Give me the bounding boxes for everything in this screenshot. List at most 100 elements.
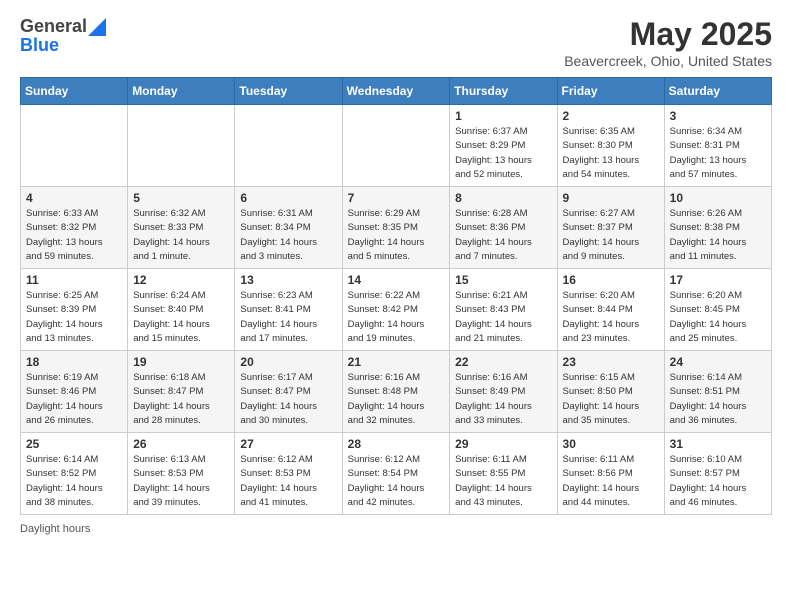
calendar-day-header: Monday (128, 78, 235, 105)
calendar-cell: 14 Sunrise: 6:22 AM Sunset: 8:42 PM Dayli… (342, 269, 450, 351)
day-number: 14 (348, 273, 445, 287)
day-info: Sunrise: 6:35 AM Sunset: 8:30 PM Dayligh… (563, 125, 659, 182)
calendar-cell: 22Sunrise: 6:16 AM Sunset: 8:49 PM Dayli… (450, 351, 557, 433)
calendar-day-header: Friday (557, 78, 664, 105)
calendar-cell: 28 Sunrise: 6:12 AM Sunset: 8:54 PM Dayli… (342, 433, 450, 515)
day-number: 8 (455, 191, 551, 205)
day-info: Sunrise: 6:13 AM Sunset: 8:53 PM Dayligh… (133, 453, 229, 510)
day-info: Sunrise: 6:16 AM Sunset: 8:49 PM Dayligh… (455, 371, 551, 428)
day-number: 20 (240, 355, 336, 369)
calendar-cell: 26Sunrise: 6:13 AM Sunset: 8:53 PM Dayli… (128, 433, 235, 515)
calendar-week-row: 25Sunrise: 6:14 AM Sunset: 8:52 PM Dayli… (21, 433, 772, 515)
day-info: Sunrise: 6:23 AM Sunset: 8:41 PM Dayligh… (240, 289, 336, 346)
calendar-cell: 4 Sunrise: 6:33 AM Sunset: 8:32 PM Daylig… (21, 187, 128, 269)
calendar-cell: 12Sunrise: 6:24 AM Sunset: 8:40 PM Dayli… (128, 269, 235, 351)
day-info: Sunrise: 6:31 AM Sunset: 8:34 PM Dayligh… (240, 207, 336, 264)
day-info: Sunrise: 6:11 AM Sunset: 8:56 PM Dayligh… (563, 453, 659, 510)
day-info: Sunrise: 6:12 AM Sunset: 8:53 PM Dayligh… (240, 453, 336, 510)
day-info: Sunrise: 6:34 AM Sunset: 8:31 PM Dayligh… (670, 125, 766, 182)
day-info: Sunrise: 6:28 AM Sunset: 8:36 PM Dayligh… (455, 207, 551, 264)
calendar-cell: 3 Sunrise: 6:34 AM Sunset: 8:31 PM Daylig… (664, 105, 771, 187)
calendar-week-row: 18 Sunrise: 6:19 AM Sunset: 8:46 PM Dayli… (21, 351, 772, 433)
calendar-cell (21, 105, 128, 187)
calendar-week-row: 4 Sunrise: 6:33 AM Sunset: 8:32 PM Daylig… (21, 187, 772, 269)
day-info: Sunrise: 6:27 AM Sunset: 8:37 PM Dayligh… (563, 207, 659, 264)
day-number: 1 (455, 109, 551, 123)
calendar-cell: 18 Sunrise: 6:19 AM Sunset: 8:46 PM Dayli… (21, 351, 128, 433)
day-number: 2 (563, 109, 659, 123)
day-number: 6 (240, 191, 336, 205)
day-number: 27 (240, 437, 336, 451)
calendar-cell: 10Sunrise: 6:26 AM Sunset: 8:38 PM Dayli… (664, 187, 771, 269)
day-info: Sunrise: 6:17 AM Sunset: 8:47 PM Dayligh… (240, 371, 336, 428)
logo-blue-text: Blue (20, 35, 59, 56)
day-info: Sunrise: 6:16 AM Sunset: 8:48 PM Dayligh… (348, 371, 445, 428)
day-number: 5 (133, 191, 229, 205)
day-info: Sunrise: 6:20 AM Sunset: 8:44 PM Dayligh… (563, 289, 659, 346)
day-info: Sunrise: 6:20 AM Sunset: 8:45 PM Dayligh… (670, 289, 766, 346)
day-number: 29 (455, 437, 551, 451)
day-number: 24 (670, 355, 766, 369)
day-info: Sunrise: 6:14 AM Sunset: 8:51 PM Dayligh… (670, 371, 766, 428)
day-info: Sunrise: 6:19 AM Sunset: 8:46 PM Dayligh… (26, 371, 122, 428)
calendar-cell: 15Sunrise: 6:21 AM Sunset: 8:43 PM Dayli… (450, 269, 557, 351)
logo-general-text: General (20, 16, 87, 37)
day-info: Sunrise: 6:18 AM Sunset: 8:47 PM Dayligh… (133, 371, 229, 428)
day-number: 16 (563, 273, 659, 287)
calendar-cell: 8 Sunrise: 6:28 AM Sunset: 8:36 PM Daylig… (450, 187, 557, 269)
calendar-cell: 19 Sunrise: 6:18 AM Sunset: 8:47 PM Dayli… (128, 351, 235, 433)
calendar-cell: 27 Sunrise: 6:12 AM Sunset: 8:53 PM Dayli… (235, 433, 342, 515)
day-number: 30 (563, 437, 659, 451)
calendar-cell: 13Sunrise: 6:23 AM Sunset: 8:41 PM Dayli… (235, 269, 342, 351)
calendar-cell: 23 Sunrise: 6:15 AM Sunset: 8:50 PM Dayli… (557, 351, 664, 433)
calendar-day-header: Thursday (450, 78, 557, 105)
day-info: Sunrise: 6:22 AM Sunset: 8:42 PM Dayligh… (348, 289, 445, 346)
day-number: 11 (26, 273, 122, 287)
calendar-header-row: SundayMondayTuesdayWednesdayThursdayFrid… (21, 78, 772, 105)
calendar-cell: 7 Sunrise: 6:29 AM Sunset: 8:35 PM Daylig… (342, 187, 450, 269)
day-info: Sunrise: 6:29 AM Sunset: 8:35 PM Dayligh… (348, 207, 445, 264)
logo: General Blue (20, 16, 106, 56)
day-number: 23 (563, 355, 659, 369)
day-info: Sunrise: 6:32 AM Sunset: 8:33 PM Dayligh… (133, 207, 229, 264)
calendar-week-row: 11 Sunrise: 6:25 AM Sunset: 8:39 PM Dayli… (21, 269, 772, 351)
day-number: 19 (133, 355, 229, 369)
location-text: Beavercreek, Ohio, United States (564, 53, 772, 69)
day-number: 28 (348, 437, 445, 451)
day-number: 12 (133, 273, 229, 287)
day-number: 7 (348, 191, 445, 205)
day-number: 17 (670, 273, 766, 287)
day-info: Sunrise: 6:15 AM Sunset: 8:50 PM Dayligh… (563, 371, 659, 428)
calendar-cell: 21 Sunrise: 6:16 AM Sunset: 8:48 PM Dayli… (342, 351, 450, 433)
day-number: 9 (563, 191, 659, 205)
day-info: Sunrise: 6:12 AM Sunset: 8:54 PM Dayligh… (348, 453, 445, 510)
day-info: Sunrise: 6:26 AM Sunset: 8:38 PM Dayligh… (670, 207, 766, 264)
calendar-cell: 9 Sunrise: 6:27 AM Sunset: 8:37 PM Daylig… (557, 187, 664, 269)
title-block: May 2025 Beavercreek, Ohio, United State… (564, 16, 772, 69)
calendar-cell: 11 Sunrise: 6:25 AM Sunset: 8:39 PM Dayli… (21, 269, 128, 351)
day-number: 18 (26, 355, 122, 369)
calendar-cell: 24 Sunrise: 6:14 AM Sunset: 8:51 PM Dayli… (664, 351, 771, 433)
day-number: 15 (455, 273, 551, 287)
calendar-day-header: Tuesday (235, 78, 342, 105)
calendar-table: SundayMondayTuesdayWednesdayThursdayFrid… (20, 77, 772, 515)
calendar-cell (128, 105, 235, 187)
day-number: 31 (670, 437, 766, 451)
day-info: Sunrise: 6:25 AM Sunset: 8:39 PM Dayligh… (26, 289, 122, 346)
calendar-week-row: 1Sunrise: 6:37 AM Sunset: 8:29 PM Daylig… (21, 105, 772, 187)
calendar-cell: 1Sunrise: 6:37 AM Sunset: 8:29 PM Daylig… (450, 105, 557, 187)
calendar-day-header: Sunday (21, 78, 128, 105)
day-number: 4 (26, 191, 122, 205)
calendar-cell: 29Sunrise: 6:11 AM Sunset: 8:55 PM Dayli… (450, 433, 557, 515)
calendar-cell: 6 Sunrise: 6:31 AM Sunset: 8:34 PM Daylig… (235, 187, 342, 269)
calendar-cell: 17 Sunrise: 6:20 AM Sunset: 8:45 PM Dayli… (664, 269, 771, 351)
calendar-cell: 31 Sunrise: 6:10 AM Sunset: 8:57 PM Dayli… (664, 433, 771, 515)
day-info: Sunrise: 6:14 AM Sunset: 8:52 PM Dayligh… (26, 453, 122, 510)
day-info: Sunrise: 6:33 AM Sunset: 8:32 PM Dayligh… (26, 207, 122, 264)
day-number: 21 (348, 355, 445, 369)
calendar-cell: 25Sunrise: 6:14 AM Sunset: 8:52 PM Dayli… (21, 433, 128, 515)
day-info: Sunrise: 6:10 AM Sunset: 8:57 PM Dayligh… (670, 453, 766, 510)
footer: Daylight hours (20, 523, 772, 535)
day-number: 3 (670, 109, 766, 123)
calendar-cell: 2 Sunrise: 6:35 AM Sunset: 8:30 PM Daylig… (557, 105, 664, 187)
